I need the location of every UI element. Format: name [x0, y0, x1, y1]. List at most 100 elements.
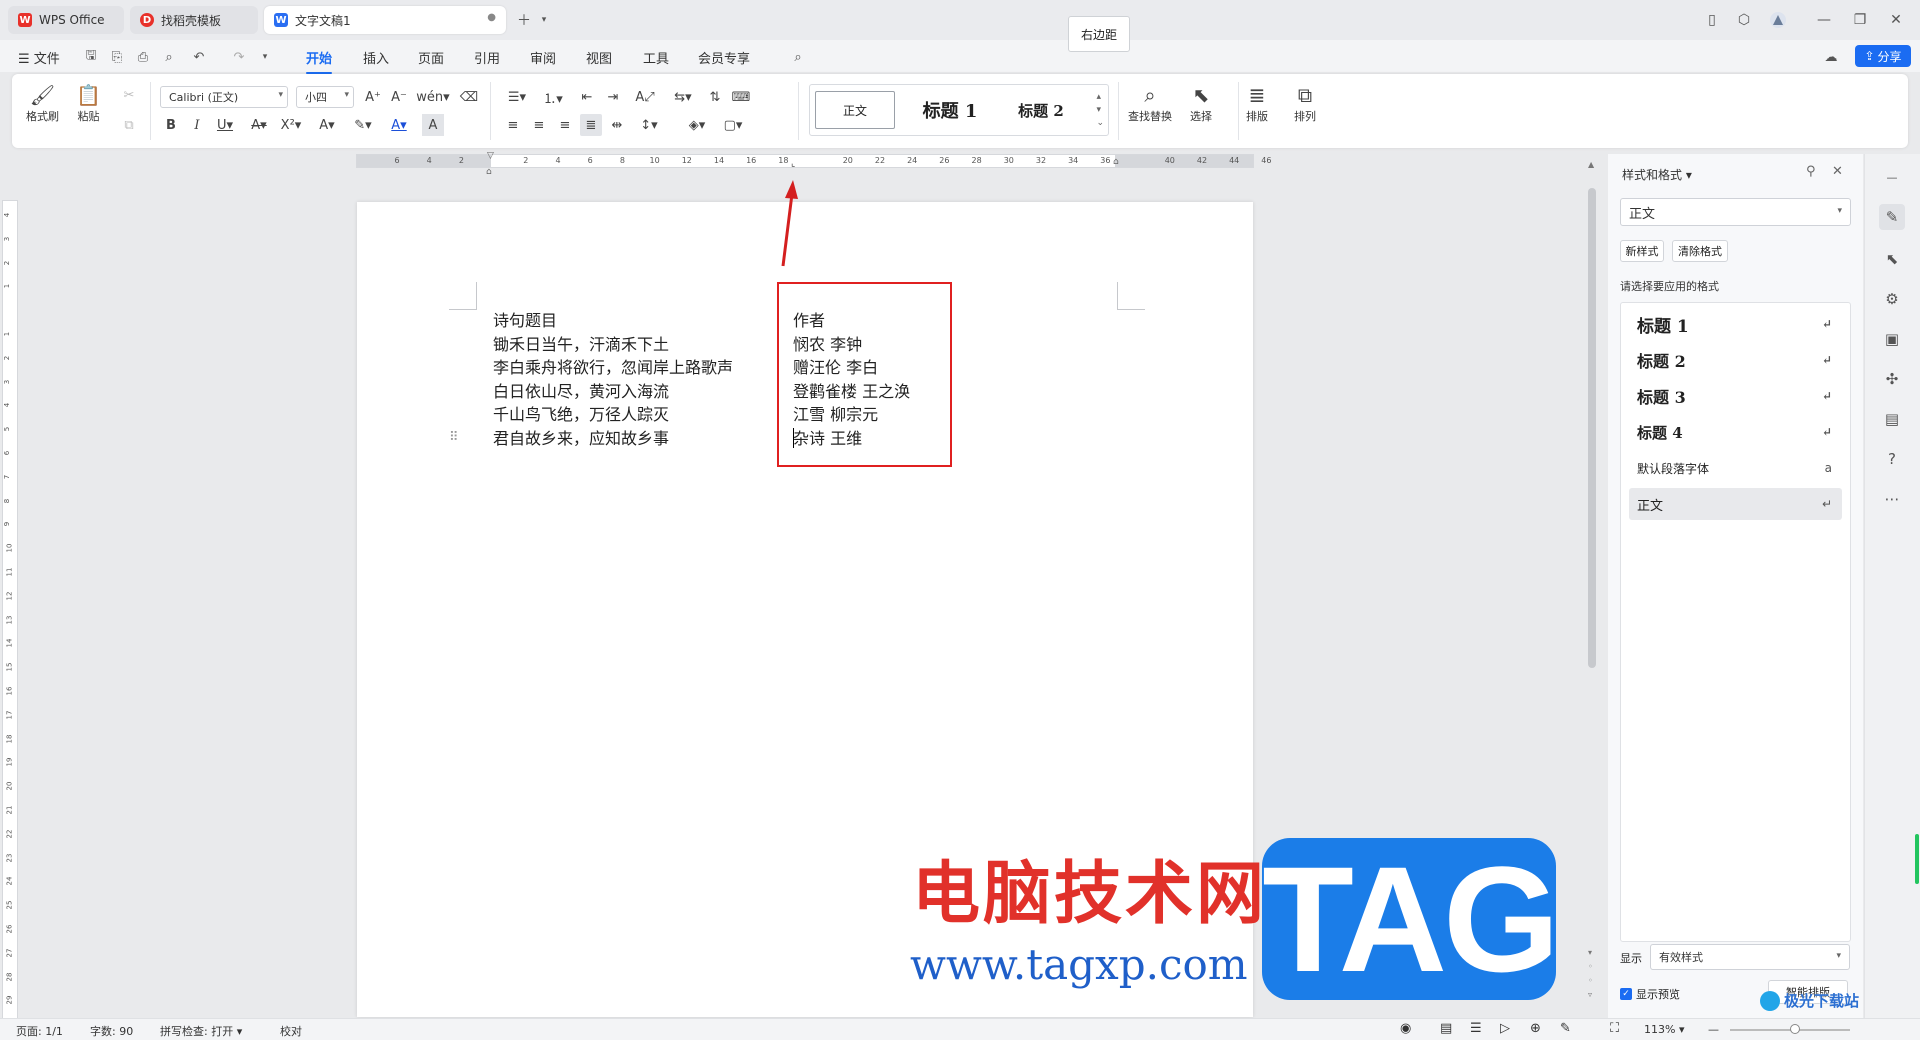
- shading-icon[interactable]: ◈▾: [682, 114, 712, 136]
- show-style-select[interactable]: 有效样式 ▾: [1650, 944, 1850, 970]
- more-icon[interactable]: ⋯: [1879, 486, 1905, 512]
- fit-page-icon[interactable]: ⛶: [1610, 1021, 1619, 1036]
- justify-icon[interactable]: ≣: [580, 114, 602, 136]
- style-item-heading-4[interactable]: 标题 4 ↵: [1629, 416, 1842, 448]
- tab-page[interactable]: 页面: [418, 48, 444, 67]
- tab-member[interactable]: 会员专享: [698, 48, 750, 67]
- text-effect-icon[interactable]: A▾: [316, 114, 338, 136]
- cut-icon[interactable]: ✂: [118, 84, 140, 106]
- pen-icon[interactable]: ✎: [1560, 1021, 1571, 1036]
- vertical-scrollbar-thumb[interactable]: [1588, 188, 1596, 668]
- adjust-icon[interactable]: ⚙: [1879, 286, 1905, 312]
- copy-icon[interactable]: ⧉: [118, 114, 140, 136]
- borders-icon[interactable]: ▢▾: [718, 114, 748, 136]
- restore-icon[interactable]: ❐: [1848, 8, 1872, 32]
- tab-list-chevron-icon[interactable]: ▾: [532, 8, 556, 32]
- style-item-default-font[interactable]: 默认段落字体 a: [1629, 452, 1842, 484]
- horizontal-ruler[interactable]: 6 4 2 2 4 6 8 10 12 14 16 18 20 22 24 26 28 30 32 34 36 40 42 4…: [356, 151, 1271, 169]
- style-heading-1[interactable]: 标题 1: [906, 91, 994, 129]
- show-preview-checkbox[interactable]: ✓ 显示预览: [1620, 986, 1680, 1002]
- phonetic-guide-icon[interactable]: wén▾: [416, 86, 449, 108]
- column-marker-icon[interactable]: ⌞: [791, 159, 795, 169]
- scroll-up-icon[interactable]: ▲: [1588, 160, 1594, 169]
- arrange-button[interactable]: ⧉ 排列: [1294, 82, 1316, 124]
- document-column-1[interactable]: 诗句题目 锄禾日当午，汗滴禾下土 李白乘舟将欲行，忽闻岸上路歌声 白日依山尽，黄河入海…: [493, 309, 733, 450]
- superscript-icon[interactable]: X²▾: [280, 114, 302, 136]
- share-button[interactable]: ⇪ 分享: [1855, 45, 1911, 67]
- tab-wps-office[interactable]: W WPS Office: [8, 6, 124, 34]
- find-replace-button[interactable]: ⌕ 查找替换: [1128, 82, 1172, 124]
- panel-title[interactable]: 样式和格式 ▾: [1622, 166, 1692, 183]
- style-item-heading-2[interactable]: 标题 2 ↵: [1629, 344, 1842, 376]
- tab-insert[interactable]: 插入: [363, 48, 389, 67]
- print-icon[interactable]: ⎙: [134, 48, 152, 66]
- select-cursor-icon[interactable]: ⬉: [1879, 246, 1905, 272]
- distribute-icon[interactable]: ⇹: [606, 114, 628, 136]
- tab-document-1[interactable]: W 文字文稿1 ●: [264, 6, 506, 34]
- bullets-icon[interactable]: ☰▾: [502, 86, 532, 108]
- cube-icon[interactable]: ⬡: [1732, 8, 1756, 32]
- play-icon[interactable]: ▷: [1500, 1021, 1510, 1036]
- web-view-icon[interactable]: ⊕: [1530, 1021, 1541, 1036]
- shrink-font-icon[interactable]: A⁻: [388, 86, 410, 108]
- page-nav-icon[interactable]: ▾ ◦ ◦ ▿: [1588, 946, 1593, 1002]
- page-count[interactable]: 页面: 1/1: [16, 1023, 63, 1039]
- underline-icon[interactable]: U▾: [214, 114, 236, 136]
- outline-view-icon[interactable]: ☰: [1470, 1021, 1482, 1036]
- zoom-slider-thumb[interactable]: [1790, 1024, 1800, 1034]
- style-normal[interactable]: 正文: [815, 91, 895, 129]
- save-icon[interactable]: 🖫: [82, 48, 100, 66]
- document-line[interactable]: 君自故乡来，应知故乡事: [493, 427, 733, 451]
- print-preview-icon[interactable]: ⌕: [160, 48, 178, 66]
- format-painter-button[interactable]: 🖌 格式刷: [26, 82, 59, 124]
- highlight-icon[interactable]: ✎▾: [352, 114, 374, 136]
- search-icon[interactable]: ⌕: [789, 48, 807, 66]
- export-pdf-icon[interactable]: ⎘: [108, 48, 126, 66]
- tab-home[interactable]: 开始: [306, 48, 333, 74]
- new-style-button[interactable]: 新样式: [1620, 240, 1664, 262]
- redo-icon[interactable]: ↷: [230, 48, 248, 66]
- close-icon[interactable]: ✕: [1884, 8, 1908, 32]
- tab-tools[interactable]: 工具: [643, 48, 669, 67]
- bold-icon[interactable]: B: [160, 114, 182, 136]
- line-spacing-icon[interactable]: ↕▾: [634, 114, 664, 136]
- increase-indent-icon[interactable]: ⇥: [602, 86, 624, 108]
- quick-access-chevron-icon[interactable]: ▾: [256, 48, 274, 66]
- zoom-level[interactable]: 113% ▾: [1644, 1023, 1684, 1036]
- char-shading-icon[interactable]: A: [422, 114, 444, 136]
- clear-format-icon[interactable]: ⌫: [458, 86, 480, 108]
- comment-cloud-icon[interactable]: ☁: [1822, 48, 1840, 66]
- sort-icon[interactable]: ⇅: [704, 86, 726, 108]
- align-center-icon[interactable]: ≡: [528, 114, 550, 136]
- vertical-ruler[interactable]: 4 3 2 1 1 2 3 4 5 6 7 8 9 10 11 12 13 14 15 16 17 18 19 20 21 22 2…: [2, 200, 18, 1020]
- select-button[interactable]: ⬉ 选择: [1190, 82, 1212, 124]
- word-count[interactable]: 字数: 90: [90, 1023, 133, 1039]
- strikethrough-icon[interactable]: A▾: [248, 114, 270, 136]
- hanging-indent-icon[interactable]: ⌂: [486, 167, 492, 177]
- font-size-select[interactable]: 小四 ▾: [296, 86, 354, 108]
- document-line[interactable]: 白日依山尽，黄河入海流: [493, 380, 733, 404]
- minimize-icon[interactable]: —: [1812, 8, 1836, 32]
- zoom-out-icon[interactable]: —: [1708, 1023, 1719, 1036]
- style-item-normal[interactable]: 正文 ↵: [1629, 488, 1842, 520]
- help-icon[interactable]: ?: [1879, 446, 1905, 472]
- image-tool-icon[interactable]: ▣: [1879, 326, 1905, 352]
- document-line[interactable]: 李白乘舟将欲行，忽闻岸上路歌声: [493, 356, 733, 380]
- font-name-select[interactable]: Calibri (正文) ▾: [160, 86, 288, 108]
- collapse-icon[interactable]: —: [1879, 164, 1905, 190]
- panel-close-icon[interactable]: ✕: [1832, 164, 1843, 179]
- font-color-icon[interactable]: A▾: [388, 114, 410, 136]
- file-menu[interactable]: ☰ 文件: [18, 48, 60, 67]
- style-gallery-scroll-icon[interactable]: ▴ ▾ ⌄: [1096, 91, 1104, 130]
- show-marks-icon[interactable]: ⌨: [730, 86, 752, 108]
- spell-check-status[interactable]: 拼写检查: 打开 ▾: [160, 1023, 242, 1039]
- eye-protection-icon[interactable]: ◉: [1400, 1021, 1411, 1036]
- grow-font-icon[interactable]: A⁺: [362, 86, 384, 108]
- text-direction-icon[interactable]: ⇆▾: [668, 86, 698, 108]
- proofread-button[interactable]: 校对: [280, 1023, 302, 1039]
- document-line[interactable]: 锄禾日当午，汗滴禾下土: [493, 333, 733, 357]
- tools-icon[interactable]: ✣: [1879, 366, 1905, 392]
- layout-button[interactable]: ≣ 排版: [1246, 82, 1268, 124]
- align-right-icon[interactable]: ≡: [554, 114, 576, 136]
- tab-references[interactable]: 引用: [474, 48, 500, 67]
